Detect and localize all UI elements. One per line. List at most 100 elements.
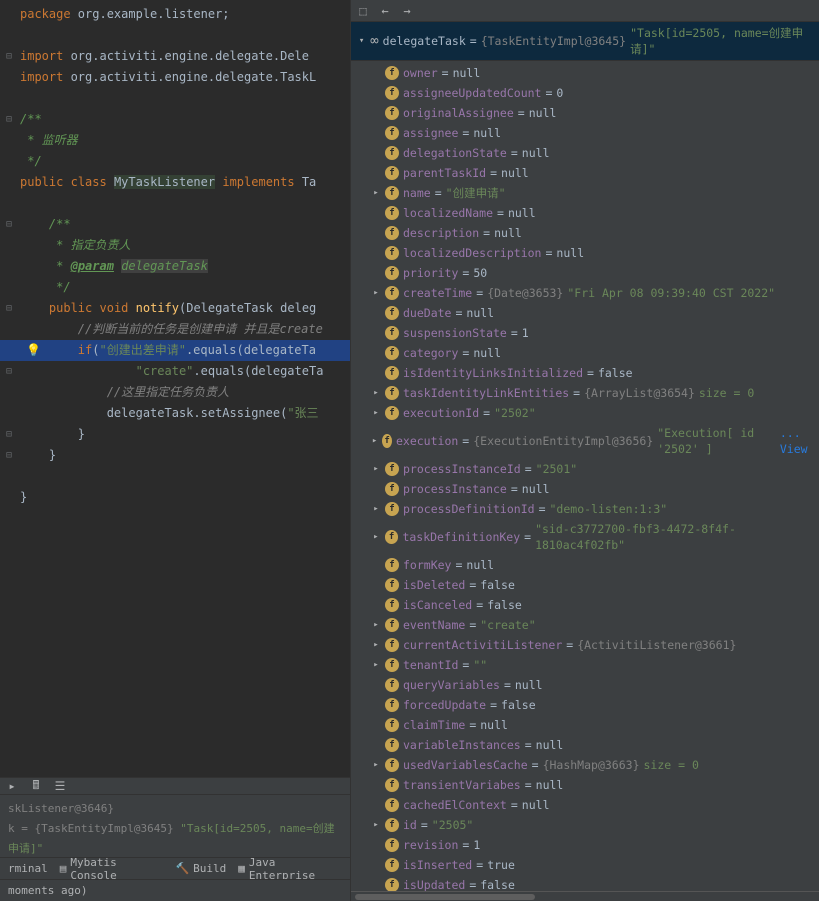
fold-icon[interactable]: ⊟ [6,424,12,445]
field-row[interactable]: ▸fcreateTime = {Date@3653} "Fri Apr 08 0… [351,283,819,303]
chevron-right-icon[interactable]: ▸ [371,185,381,201]
field-icon: f [385,818,399,832]
status-text: moments ago) [8,884,87,897]
calculator-icon[interactable]: 🖩 [28,778,44,794]
list-icon[interactable]: ☰ [52,778,68,794]
chevron-right-icon[interactable]: ▸ [371,817,381,833]
field-row[interactable]: fdueDate = null [351,303,819,323]
field-row[interactable]: fprocessInstance = null [351,479,819,499]
field-icon: f [385,738,399,752]
field-row[interactable]: fassigneeUpdatedCount = 0 [351,83,819,103]
field-row[interactable]: flocalizedDescription = null [351,243,819,263]
field-name: revision [403,837,458,853]
inspector-root-row[interactable]: ▾ ∞ delegateTask = {TaskEntityImpl@3645}… [351,22,819,61]
chevron-right-icon[interactable]: ▸ [371,461,381,477]
field-row[interactable]: fisCanceled = false [351,595,819,615]
field-row[interactable]: fformKey = null [351,555,819,575]
field-row[interactable]: ▸fusedVariablesCache = {HashMap@3663} si… [351,755,819,775]
field-row[interactable]: fclaimTime = null [351,715,819,735]
fold-icon[interactable]: ⊟ [6,46,12,67]
chevron-down-icon[interactable]: ▾ [357,36,366,46]
field-row[interactable]: ▸fexecutionId = "2502" [351,403,819,423]
field-row[interactable]: foriginalAssignee = null [351,103,819,123]
fold-icon[interactable]: ⊟ [6,445,12,466]
field-row[interactable]: fisUpdated = false [351,875,819,891]
chevron-right-icon[interactable]: ▸ [371,529,381,545]
bulb-icon[interactable]: 💡 [26,340,41,361]
field-name: localizedDescription [403,245,541,261]
field-row[interactable]: fparentTaskId = null [351,163,819,183]
fold-icon[interactable]: ⊟ [6,214,12,235]
chevron-right-icon[interactable]: ▸ [371,433,378,449]
field-row[interactable]: ▸feventName = "create" [351,615,819,635]
chevron-right-icon[interactable]: ▸ [371,617,381,633]
field-row[interactable]: fvariableInstances = null [351,735,819,755]
field-row[interactable]: ▸fprocessDefinitionId = "demo-listen:1:3… [351,499,819,519]
chevron-right-icon[interactable]: ▸ [371,657,381,673]
console-icon[interactable]: ▸ [4,778,20,794]
field-row[interactable]: fisInserted = true [351,855,819,875]
chevron-right-icon[interactable]: ▸ [371,757,381,773]
field-value: null [466,557,494,573]
field-name: priority [403,265,458,281]
field-equals: = [518,105,525,121]
field-row[interactable]: flocalizedName = null [351,203,819,223]
field-equals: = [524,529,531,545]
field-row[interactable]: fcachedElContext = null [351,795,819,815]
field-row[interactable]: fassignee = null [351,123,819,143]
field-row[interactable]: fpriority = 50 [351,263,819,283]
field-row[interactable]: ▸ftaskIdentityLinkEntities = {ArrayList@… [351,383,819,403]
field-row[interactable]: ftransientVariabes = null [351,775,819,795]
field-row[interactable]: ▸ftenantId = "" [351,655,819,675]
field-icon: f [385,502,399,516]
field-icon: f [385,166,399,180]
build-tab[interactable]: 🔨Build [175,862,226,875]
back-icon[interactable]: ← [377,3,393,19]
chevron-right-icon[interactable]: ▸ [371,501,381,517]
field-row[interactable]: ▸fexecution = {ExecutionEntityImpl@3656}… [351,423,819,459]
field-icon: f [385,530,399,544]
keyword-public: public [20,175,63,189]
fold-icon[interactable]: ⊟ [6,298,12,319]
field-equals: = [462,345,469,361]
field-row[interactable]: fdescription = null [351,223,819,243]
string-literal: "张三 [287,406,318,420]
terminal-tab[interactable]: rminal [8,862,48,875]
field-row[interactable]: fdelegationState = null [351,143,819,163]
field-row[interactable]: fforcedUpdate = false [351,695,819,715]
field-row[interactable]: ▸ftaskDefinitionKey = "sid-c3772700-fbf3… [351,519,819,555]
field-row[interactable]: ▸fname = "创建申请" [351,183,819,203]
field-equals: = [497,205,504,221]
field-row[interactable]: fowner = null [351,63,819,83]
chevron-right-icon[interactable]: ▸ [371,405,381,421]
field-value: null [473,125,501,141]
field-row[interactable]: ▸fcurrentActivitiListener = {ActivitiLis… [351,635,819,655]
field-row[interactable]: fcategory = null [351,343,819,363]
chevron-right-icon[interactable]: ▸ [371,285,381,301]
debug-variables[interactable]: skListener@3646} k = {TaskEntityImpl@364… [0,795,350,863]
root-val: "Task[id=2505, name=创建申请]" [630,25,813,57]
chevron-right-icon[interactable]: ▸ [371,637,381,653]
horizontal-scrollbar[interactable] [351,891,819,901]
field-row[interactable]: fisIdentityLinksInitialized = false [351,363,819,383]
field-row[interactable]: ▸fid = "2505" [351,815,819,835]
code-editor[interactable]: package org.example.listener; ⊟import or… [0,0,350,777]
chevron-right-icon[interactable]: ▸ [371,385,381,401]
field-row[interactable]: ▸fprocessInstanceId = "2501" [351,459,819,479]
frames-icon[interactable]: ⬚ [355,3,371,19]
javaee-tab[interactable]: ▦Java Enterprise [238,856,342,882]
fold-icon[interactable]: ⊟ [6,109,12,130]
doc-open: /** [49,217,71,231]
field-value: false [598,365,633,381]
field-row[interactable]: frevision = 1 [351,835,819,855]
field-row[interactable]: fsuspensionState = 1 [351,323,819,343]
view-link[interactable]: ... View [780,425,819,457]
field-row[interactable]: fisDeleted = false [351,575,819,595]
mybatis-tab[interactable]: ▤Mybatis Console [60,856,164,882]
field-row[interactable]: fqueryVariables = null [351,675,819,695]
field-value: "2502" [494,405,536,421]
scroll-thumb[interactable] [355,894,535,900]
fold-icon[interactable]: ⊟ [6,361,12,382]
inspector-body[interactable]: fowner = nullfassigneeUpdatedCount = 0fo… [351,61,819,891]
forward-icon[interactable]: → [399,3,415,19]
